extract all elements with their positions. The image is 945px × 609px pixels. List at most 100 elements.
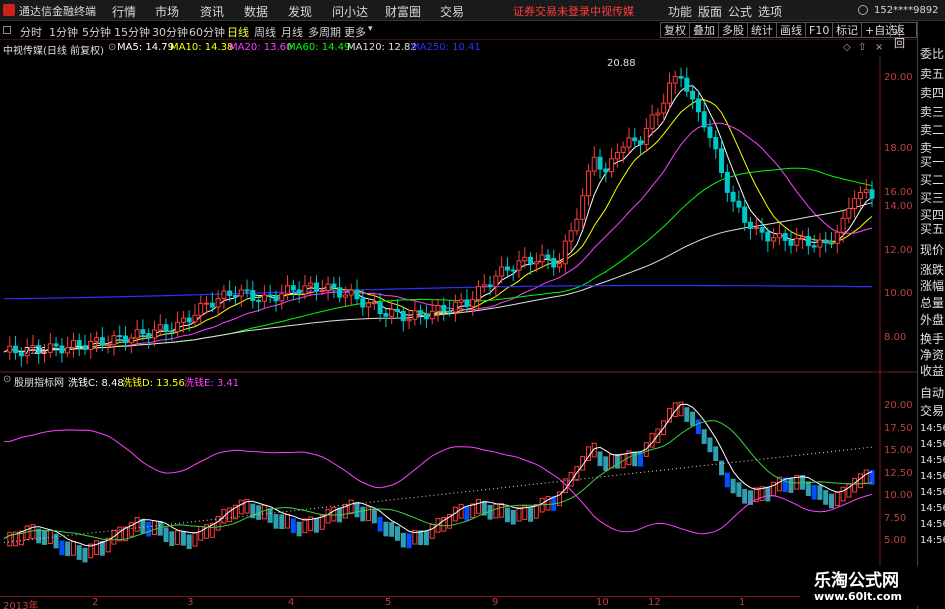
adjust-button[interactable]: 复权 [660, 22, 690, 38]
period-day[interactable]: 日线 [227, 24, 249, 40]
indicator-bar [788, 478, 794, 493]
indicator-name[interactable]: 股朋指标网 [14, 374, 64, 389]
period-week[interactable]: 周线 [254, 24, 276, 40]
indicator-bar [840, 486, 846, 502]
user-icon[interactable] [858, 5, 868, 15]
indicator-bar [313, 518, 319, 533]
period-30min[interactable]: 30分钟 [152, 24, 188, 40]
indicator-bar [163, 527, 169, 543]
candle-body [782, 233, 788, 241]
ma120-label: MA120: 12.82 [347, 42, 417, 53]
indicator-bar [597, 451, 603, 467]
candle-body [533, 261, 539, 265]
candle-body [435, 304, 441, 312]
candle-body [238, 289, 244, 297]
indicator-bar [684, 407, 690, 422]
indicator-c-label: 洗钱C: 8.48 [68, 378, 124, 389]
auto-trade-button[interactable]: 自动 [920, 384, 944, 401]
candle-body [597, 156, 603, 170]
indicator-bar [285, 513, 291, 529]
menu-wealth[interactable]: 财富圈 [385, 3, 421, 20]
period-60min[interactable]: 60分钟 [189, 24, 225, 40]
overlay-button[interactable]: 叠加 [689, 22, 719, 38]
period-multi[interactable]: 多周期 [308, 24, 341, 40]
candle-body [487, 284, 493, 288]
tick-time: 14:56 [920, 471, 945, 482]
candle-body [649, 114, 655, 129]
candle-body [719, 148, 725, 173]
kline-chart[interactable] [0, 56, 917, 596]
arrow-up-icon[interactable]: ⇧ [858, 42, 866, 53]
multi-stock-button[interactable]: 多股 [718, 22, 748, 38]
candle-body [157, 324, 163, 331]
indicator-bar [707, 437, 713, 453]
indicator-bar [151, 520, 157, 536]
candle-body [776, 233, 782, 239]
mark-button[interactable]: 标记 [832, 22, 862, 38]
menu-market[interactable]: 市场 [155, 3, 179, 20]
period-1min[interactable]: 1分钟 [49, 24, 78, 40]
period-more[interactable]: 更多 [344, 24, 366, 40]
indicator-bar [458, 503, 464, 519]
menu-function[interactable]: 功能 [668, 3, 692, 20]
period-5min[interactable]: 5分钟 [82, 24, 111, 40]
candle-body [76, 340, 82, 347]
settings-dot-icon[interactable]: ⊙ [108, 42, 116, 53]
indicator-bar [389, 522, 395, 537]
quote-label-sell3: 卖三 [920, 105, 945, 119]
candle-body [325, 283, 331, 291]
ma60-line [3, 167, 873, 353]
indicator-bar [82, 547, 88, 563]
draw-line-button[interactable]: 画线 [776, 22, 806, 38]
indicator-bar [146, 521, 152, 537]
menu-quotes[interactable]: 行情 [112, 3, 136, 20]
menu-data[interactable]: 数据 [244, 3, 268, 20]
menu-layout[interactable]: 版面 [698, 3, 722, 20]
diamond-icon[interactable]: ◇ [843, 42, 851, 53]
indicator-bar [290, 518, 296, 534]
indicator-bar [828, 493, 834, 509]
login-notice[interactable]: 证券交易未登录 [513, 3, 590, 19]
stock-title[interactable]: 中视传媒(日线 前复权) [3, 42, 104, 57]
candle-body [811, 245, 817, 248]
menu-options[interactable]: 选项 [758, 3, 782, 20]
indicator-settings-icon[interactable]: ⊙ [3, 374, 11, 385]
more-chevron-icon[interactable]: ▾ [368, 24, 373, 34]
f10-button[interactable]: F10 [805, 22, 834, 38]
quote-label-buy1: 买一 [920, 155, 945, 169]
candle-body [94, 337, 100, 342]
back-button[interactable]: 返回 [890, 22, 917, 50]
tick-time: 14:56 [920, 487, 945, 498]
stats-button[interactable]: 统计 [747, 22, 777, 38]
menu-news[interactable]: 资讯 [200, 3, 224, 20]
candle-body [666, 82, 672, 104]
period-tick[interactable]: 分时 [20, 24, 42, 40]
trade-button[interactable]: 交易 [920, 402, 944, 419]
menu-ask[interactable]: 问小达 [332, 3, 368, 20]
indicator-bar [423, 530, 429, 546]
nav-square-icon[interactable] [3, 26, 11, 34]
candle-body [279, 293, 285, 302]
y-tick: 16.00 [884, 187, 913, 198]
menu-trade[interactable]: 交易 [440, 3, 464, 20]
time-tick: 1 [739, 597, 746, 608]
stock-notice: 中视传媒 [590, 5, 634, 18]
indicator-bar [476, 499, 482, 514]
account-id[interactable]: 152****9892 [874, 5, 939, 16]
candle-body [348, 289, 354, 296]
candle-body [713, 137, 719, 150]
indicator-bar [528, 507, 534, 522]
close-icon[interactable]: × [875, 42, 883, 53]
period-15min[interactable]: 15分钟 [114, 24, 150, 40]
menu-formula[interactable]: 公式 [728, 3, 752, 20]
candle-body [423, 313, 429, 320]
candle-body [493, 275, 499, 288]
candle-body [412, 310, 418, 320]
period-month[interactable]: 月线 [281, 24, 303, 40]
indicator-bar [811, 484, 817, 500]
indicator-bar [823, 490, 829, 505]
indicator-header: ⊙ 股朋指标网 洗钱C: 8.48 洗钱D: 13.56 洗钱E: 3.41 [0, 373, 880, 389]
indicator-bar [603, 456, 609, 471]
menu-discover[interactable]: 发现 [288, 3, 312, 20]
indicator-bar [261, 504, 267, 520]
